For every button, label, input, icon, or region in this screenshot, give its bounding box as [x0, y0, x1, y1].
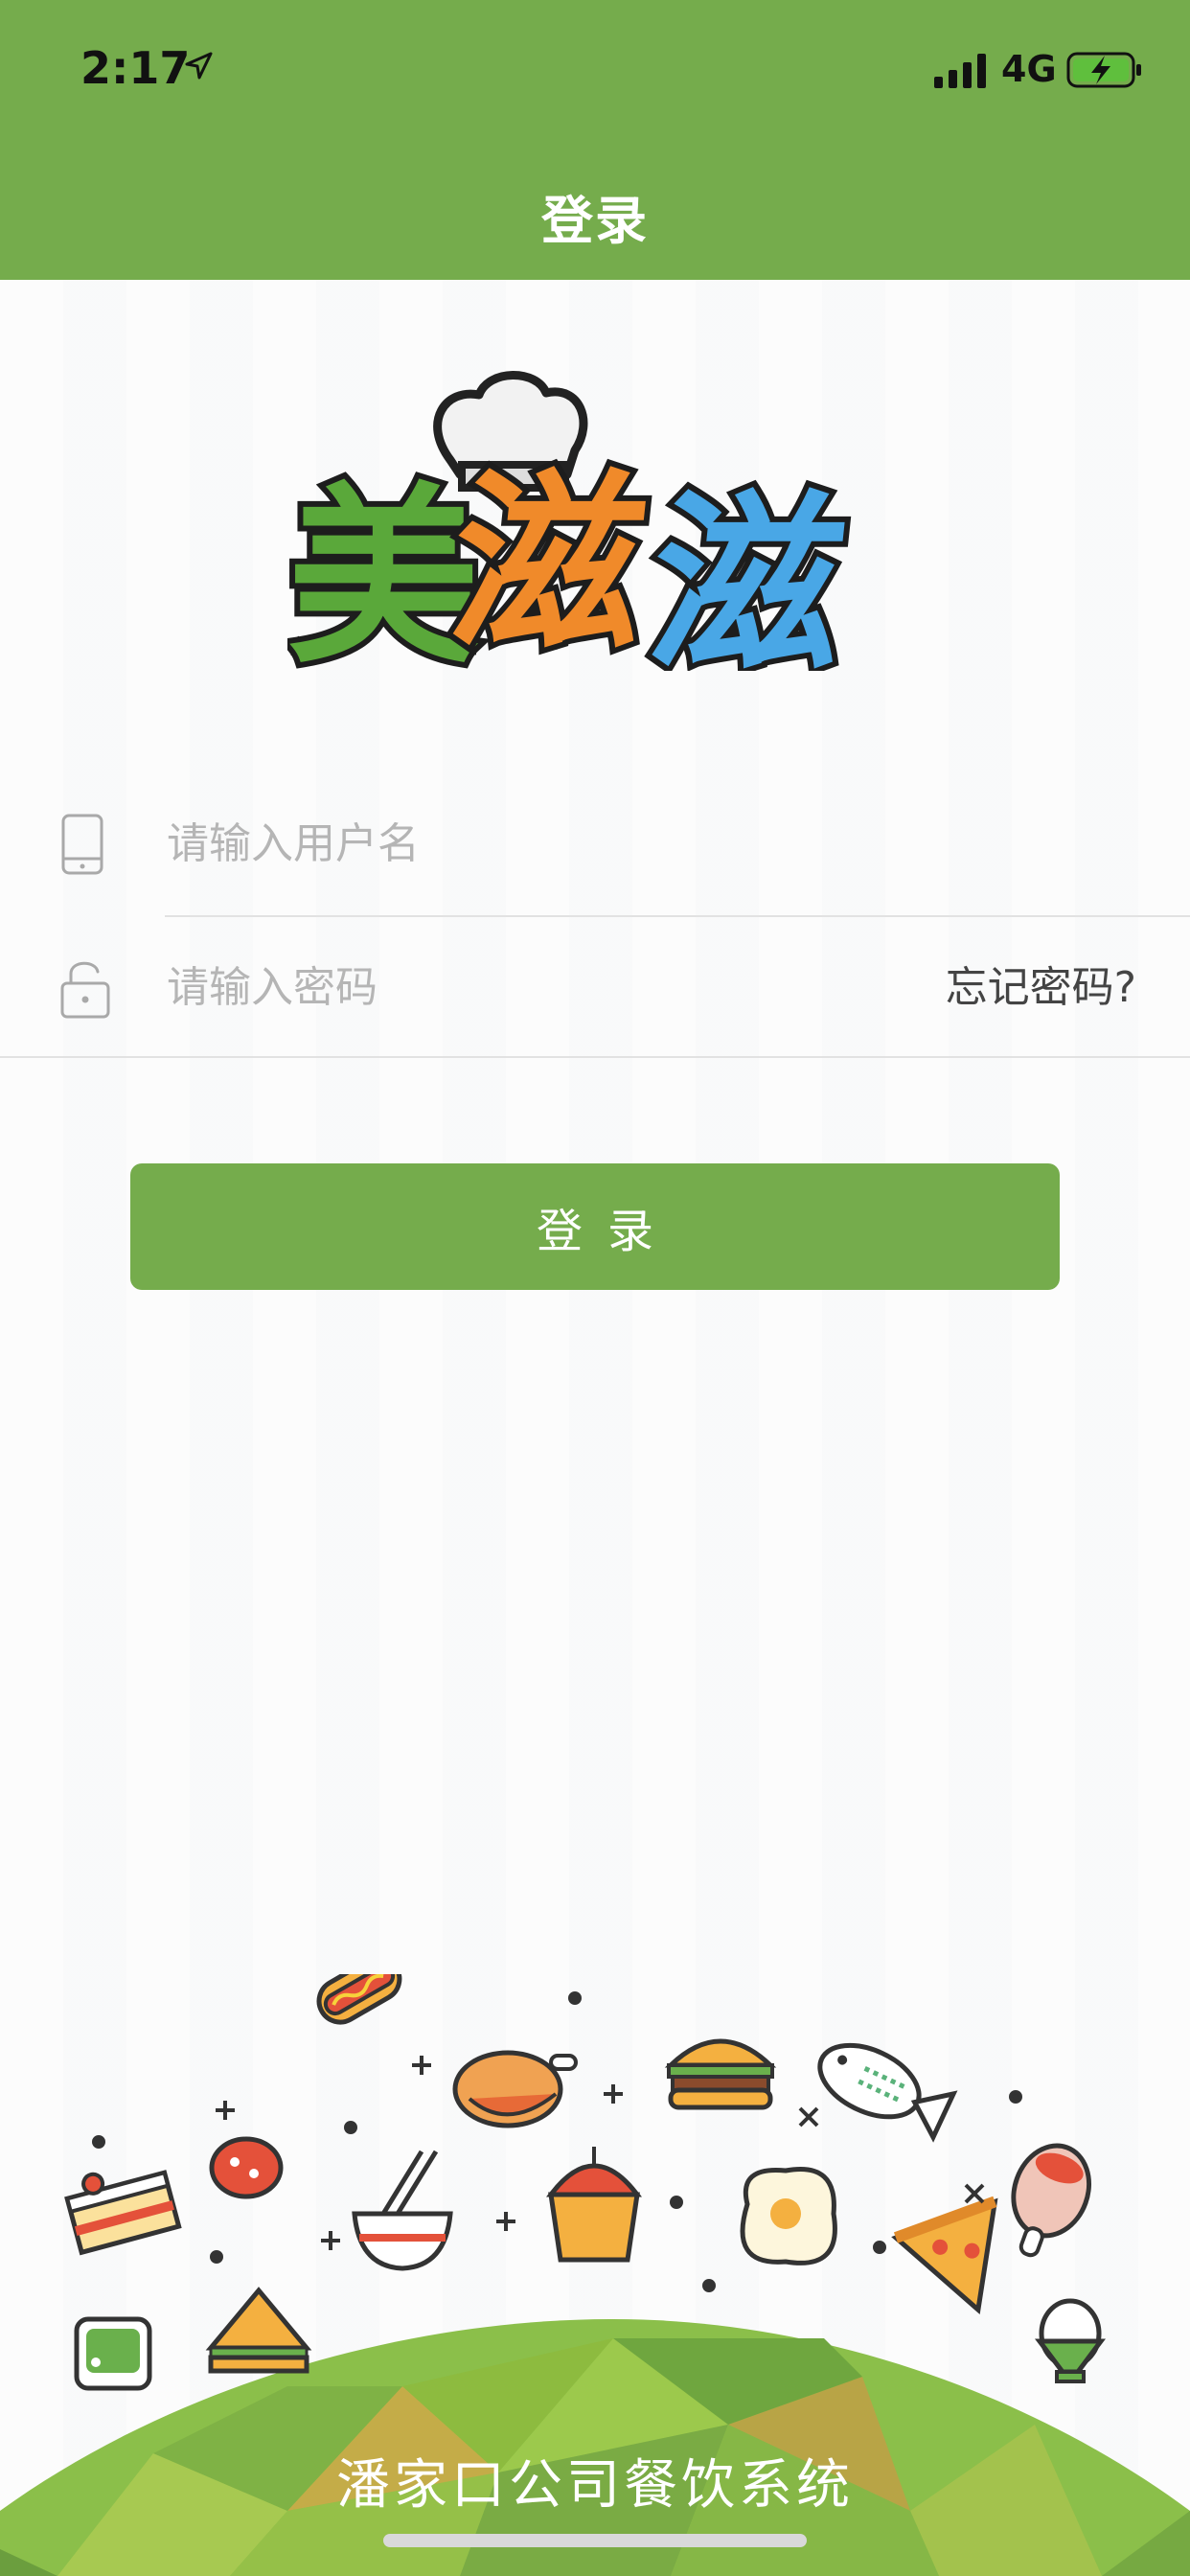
burger-icon: [664, 2038, 777, 2110]
status-time: 2:17: [80, 42, 191, 94]
ham-icon: [1011, 2143, 1091, 2258]
username-row: [0, 770, 1190, 912]
boiled-egg-icon: [1035, 2298, 1106, 2383]
battery-charging-icon: [1066, 52, 1141, 88]
system-name: 潘家口公司餐饮系统: [336, 2454, 854, 2517]
login-button[interactable]: 登录: [130, 1163, 1060, 1290]
appliance-icon: [74, 2316, 152, 2391]
home-indicator[interactable]: [383, 2534, 807, 2547]
sausage-icon: [209, 2136, 284, 2199]
password-input[interactable]: [165, 943, 801, 1031]
location-arrow-icon: [185, 52, 213, 80]
cupcake-icon: [545, 2147, 643, 2263]
fried-egg-icon: [740, 2167, 837, 2266]
pizza-icon: [891, 2196, 998, 2315]
password-row: 忘记密码?: [0, 914, 1190, 1056]
phone-icon: [61, 814, 103, 875]
lock-icon: [60, 961, 110, 1019]
page-title: 登录: [541, 191, 649, 251]
network-type: 4G: [1001, 48, 1057, 90]
navigation-bar: 2:17 4G 登录: [0, 0, 1190, 280]
divider: [0, 1056, 1190, 1058]
username-input[interactable]: [165, 799, 897, 887]
forgot-password-link[interactable]: 忘记密码?: [946, 953, 1136, 1014]
roast-chicken-icon: [452, 2050, 578, 2128]
noodle-bowl-icon: [352, 2150, 453, 2271]
logo-char-zi-1: 滋: [442, 454, 656, 671]
signal-bars-icon: [934, 54, 986, 88]
logo-char-zi-2: 滋: [640, 475, 855, 671]
app-logo: 美 滋 滋: [287, 371, 861, 671]
sandwich-icon: [205, 2287, 312, 2374]
hotdog-icon: [316, 1974, 402, 2025]
fish-icon: [817, 2042, 958, 2143]
cake-icon: [64, 2170, 182, 2256]
